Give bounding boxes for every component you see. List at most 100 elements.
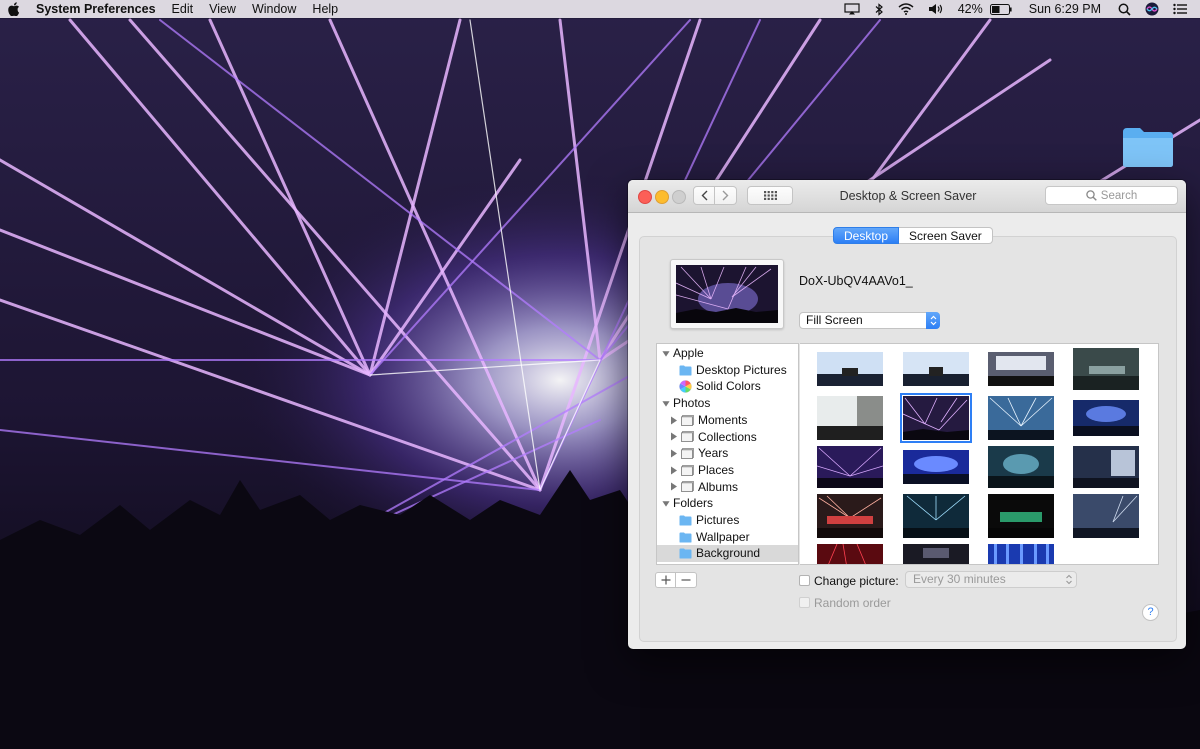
wallpaper-thumbnail[interactable]	[817, 396, 883, 440]
change-picture-checkbox[interactable]	[799, 575, 810, 586]
disclosure-down-icon[interactable]	[662, 499, 670, 508]
remove-folder-button[interactable]	[676, 572, 697, 588]
desktop-screen-saver-window: Desktop & Screen Saver Search Desktop Sc…	[628, 180, 1186, 649]
bluetooth-icon[interactable]	[867, 2, 891, 16]
wallpaper-thumbnail[interactable]	[988, 396, 1054, 440]
grid-icon	[763, 191, 777, 200]
source-item-solid-colors[interactable]: Solid Colors	[679, 378, 761, 395]
menu-edit[interactable]: Edit	[164, 0, 202, 18]
wallpaper-thumbnail[interactable]	[903, 494, 969, 538]
desktop-folder-icon[interactable]	[1122, 126, 1174, 168]
source-item-moments[interactable]: Moments	[669, 412, 747, 429]
source-item-places[interactable]: Places	[669, 462, 734, 479]
wallpaper-thumbnail[interactable]	[988, 352, 1054, 386]
apple-menu-icon[interactable]	[0, 2, 28, 16]
source-label: Solid Colors	[696, 379, 761, 394]
change-picture-label: Change picture:	[814, 574, 899, 588]
menu-bar: System Preferences Edit View Window Help…	[0, 0, 1200, 18]
forward-button[interactable]	[715, 186, 737, 205]
disclosure-right-icon[interactable]	[669, 416, 678, 425]
source-group-photos[interactable]: Photos	[662, 395, 710, 412]
wifi-icon[interactable]	[891, 3, 921, 15]
blue-folder-icon	[679, 548, 692, 559]
interval-value: Every 30 minutes	[913, 572, 1006, 586]
source-list: Apple Desktop Pictures Solid Colors Phot…	[656, 343, 799, 565]
spotlight-search-icon[interactable]	[1111, 3, 1138, 16]
wallpaper-thumbnail[interactable]	[903, 450, 969, 484]
wallpaper-thumbnail[interactable]	[903, 544, 969, 565]
wallpaper-thumbnail[interactable]	[817, 544, 883, 565]
wallpaper-thumbnail[interactable]	[988, 544, 1054, 565]
wallpaper-thumbnail[interactable]	[1073, 494, 1139, 538]
source-label: Folders	[673, 496, 714, 511]
disclosure-right-icon[interactable]	[669, 449, 678, 458]
menu-app-name[interactable]: System Preferences	[28, 0, 164, 18]
random-order-label: Random order	[814, 596, 891, 610]
source-label: Wallpaper	[696, 529, 750, 544]
fill-mode-select[interactable]: Fill Screen	[799, 312, 940, 329]
interval-select[interactable]: Every 30 minutes	[905, 571, 1077, 588]
tab-screen-saver[interactable]: Screen Saver	[899, 227, 993, 244]
menu-window[interactable]: Window	[244, 0, 304, 18]
wallpaper-thumbnail[interactable]	[1073, 348, 1139, 390]
search-field[interactable]: Search	[1045, 186, 1178, 205]
wallpaper-thumbnail[interactable]	[817, 446, 883, 488]
photo-stack-icon	[681, 431, 694, 443]
source-item-desktop-pictures[interactable]: Desktop Pictures	[679, 362, 787, 379]
source-label: Pictures	[696, 513, 740, 527]
window-titlebar[interactable]: Desktop & Screen Saver Search	[628, 180, 1186, 213]
tab-segmented-control: Desktop Screen Saver	[833, 227, 993, 244]
disclosure-down-icon[interactable]	[662, 399, 670, 408]
volume-icon[interactable]	[921, 3, 951, 15]
photo-stack-icon	[681, 481, 694, 493]
clock[interactable]: Sun 6:29 PM	[1019, 0, 1111, 18]
wallpaper-thumbnail-grid	[800, 343, 1159, 565]
battery-icon[interactable]	[989, 3, 1019, 15]
wallpaper-thumbnail[interactable]	[903, 352, 969, 386]
blue-folder-icon	[679, 532, 692, 543]
wallpaper-thumbnail[interactable]	[1073, 446, 1139, 488]
wallpaper-thumbnail[interactable]	[988, 446, 1054, 488]
disclosure-right-icon[interactable]	[669, 482, 678, 491]
window-title: Desktop & Screen Saver	[839, 189, 977, 203]
menu-view[interactable]: View	[201, 0, 244, 18]
source-item-albums[interactable]: Albums	[669, 479, 738, 496]
random-order-checkbox	[799, 597, 810, 608]
wallpaper-thumbnail[interactable]	[817, 352, 883, 386]
notification-center-icon[interactable]	[1166, 3, 1194, 15]
add-folder-button[interactable]	[655, 572, 676, 588]
tab-desktop[interactable]: Desktop	[833, 227, 900, 244]
chevron-right-icon	[722, 190, 729, 201]
wallpaper-thumbnail-selected[interactable]	[900, 393, 972, 443]
current-picture-preview	[670, 259, 784, 329]
disclosure-down-icon[interactable]	[662, 349, 670, 358]
source-item-wallpaper[interactable]: Wallpaper	[679, 529, 750, 546]
wallpaper-thumbnail[interactable]	[1073, 400, 1139, 436]
disclosure-right-icon[interactable]	[669, 466, 678, 475]
source-label: Background	[696, 546, 761, 561]
source-item-pictures[interactable]: Pictures	[679, 512, 739, 529]
source-group-apple[interactable]: Apple	[662, 345, 704, 362]
source-label: Places	[698, 462, 735, 477]
wallpaper-thumbnail[interactable]	[988, 494, 1054, 538]
fill-mode-value: Fill Screen	[806, 313, 863, 327]
source-label: Moments	[698, 412, 748, 427]
back-button[interactable]	[693, 186, 715, 205]
source-group-folders[interactable]: Folders	[662, 495, 713, 512]
siri-icon[interactable]	[1138, 2, 1166, 16]
source-item-background[interactable]: Background	[657, 545, 798, 563]
wallpaper-thumbnail[interactable]	[817, 494, 883, 538]
menu-help[interactable]: Help	[304, 0, 346, 18]
show-all-button[interactable]	[747, 186, 793, 205]
source-item-years[interactable]: Years	[669, 445, 728, 462]
battery-percent[interactable]: 42%	[951, 0, 990, 18]
disclosure-right-icon[interactable]	[669, 432, 678, 441]
source-label: Years	[698, 446, 729, 461]
airplay-icon[interactable]	[837, 3, 867, 15]
close-button[interactable]	[638, 190, 652, 204]
minus-icon	[681, 579, 691, 581]
source-item-collections[interactable]: Collections	[669, 429, 757, 446]
zoom-button[interactable]	[672, 190, 686, 204]
help-button[interactable]: ?	[1142, 604, 1159, 621]
minimize-button[interactable]	[655, 190, 669, 204]
